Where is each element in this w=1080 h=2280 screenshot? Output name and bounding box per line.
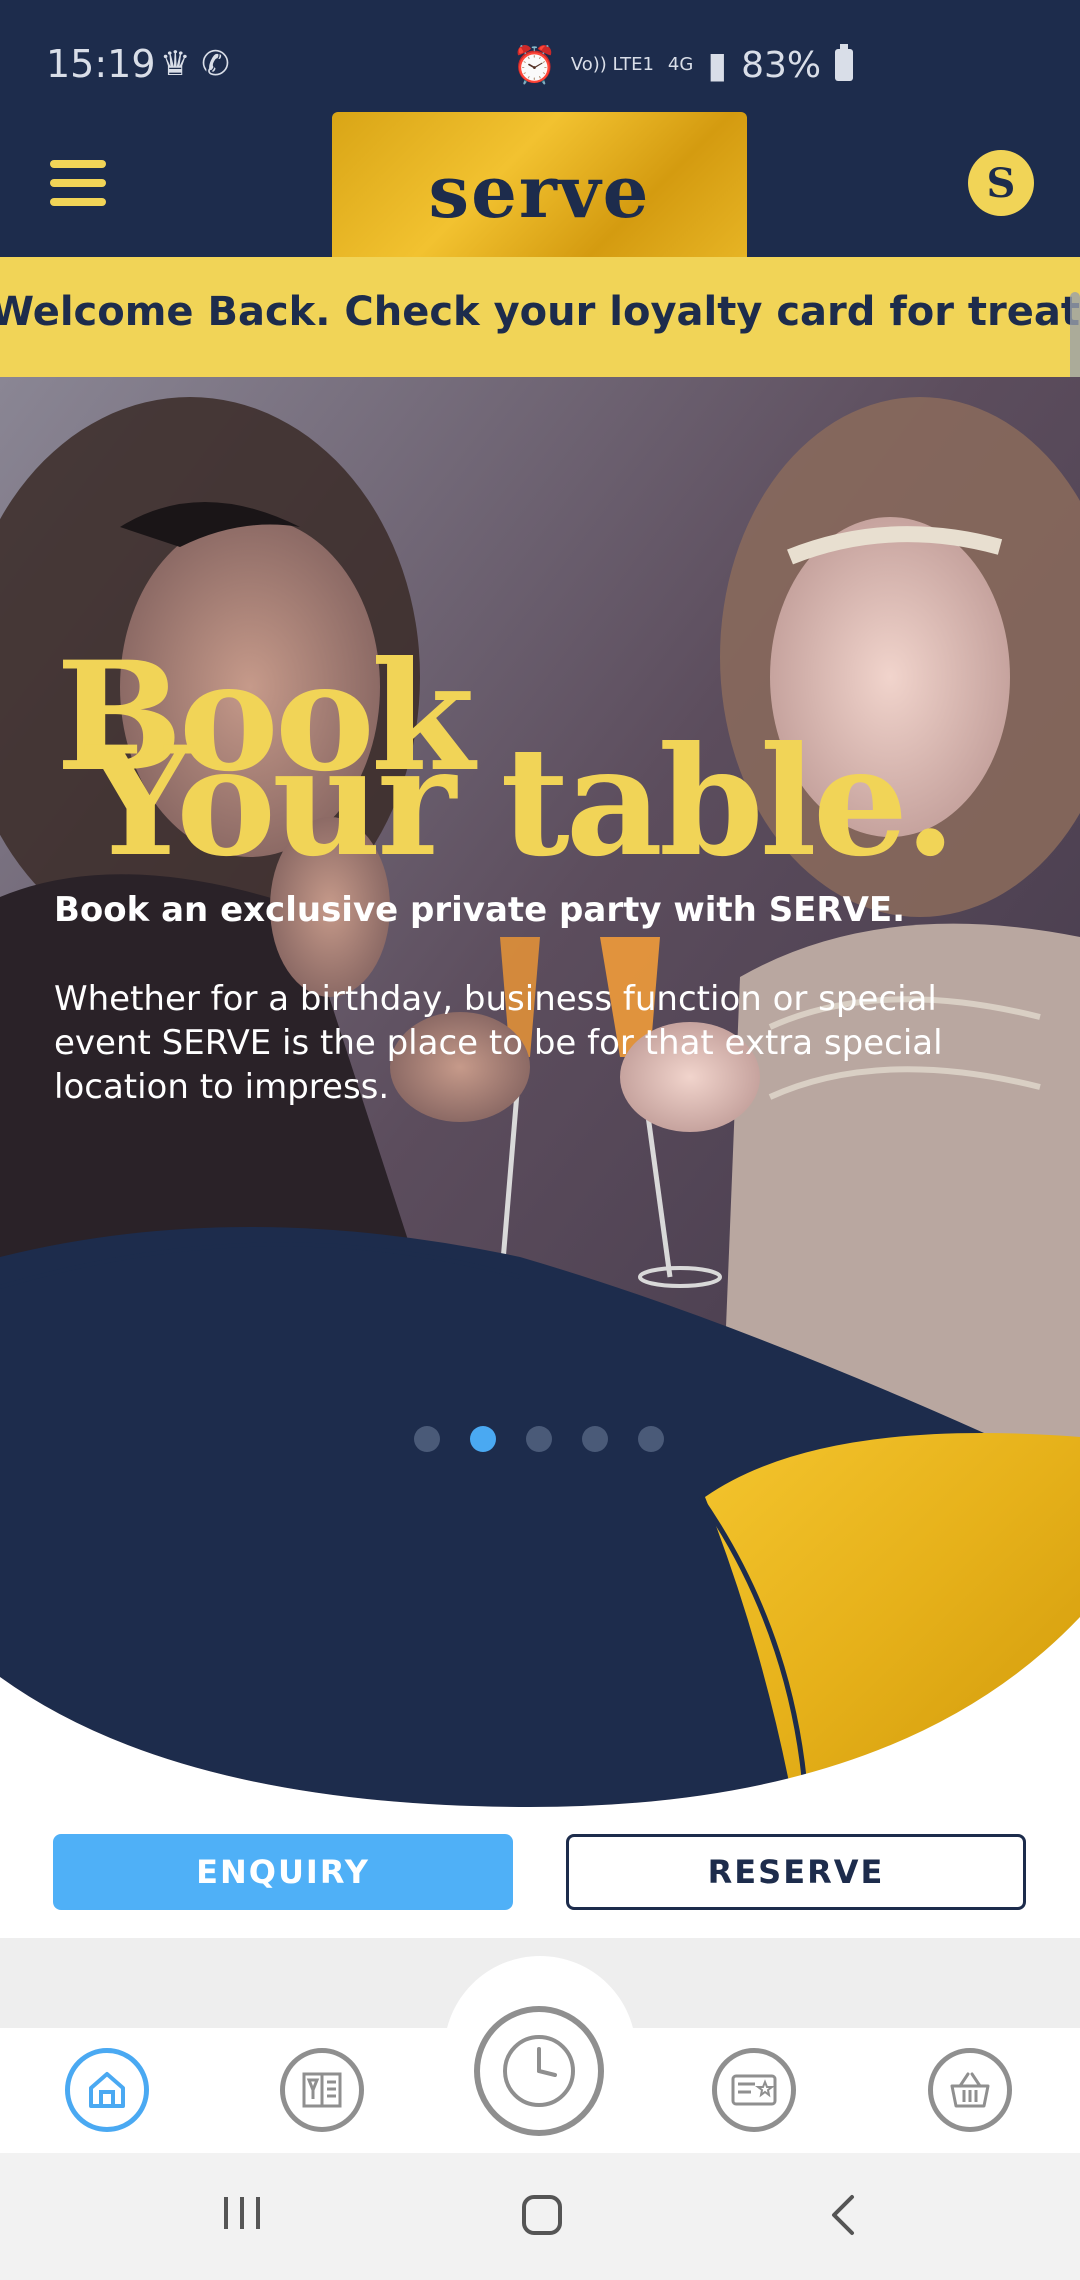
welcome-ticker: Welcome Back. Check your loyalty card fo… (0, 257, 1080, 377)
back-icon[interactable] (826, 2193, 862, 2241)
status-bar: 15:19 ♛ ✆ ⏰ Vo)) LTE1 4G ▮ 83% (0, 0, 1080, 130)
clock-icon[interactable] (474, 2006, 604, 2136)
status-right: ⏰ Vo)) LTE1 4G ▮ 83% (512, 44, 854, 86)
action-buttons: ENQUIRY RESERVE (0, 1808, 1080, 1938)
carousel-dot-active[interactable] (470, 1426, 496, 1452)
hamburger-menu-icon[interactable] (50, 160, 106, 208)
loyalty-card-icon[interactable] (712, 2048, 796, 2132)
headline-line2: Your table. (86, 714, 956, 890)
app-header: serve S (0, 112, 1080, 270)
carousel-dot[interactable] (414, 1426, 440, 1452)
crown-icon: ♛ (160, 44, 191, 84)
carousel-dot[interactable] (582, 1426, 608, 1452)
battery-percent: 83% (741, 44, 822, 86)
status-time: 15:19 (46, 42, 156, 86)
home-icon[interactable] (65, 2048, 149, 2132)
home-button-icon[interactable] (520, 2193, 564, 2241)
signal-icon: ▮ (707, 44, 728, 86)
whatsapp-icon: ✆ (201, 44, 230, 84)
hero-carousel[interactable]: Book Your table. Book an exclusive priva… (0, 377, 1080, 1807)
loyalty-badge-icon[interactable]: S (968, 150, 1034, 216)
system-nav-bar (0, 2153, 1080, 2280)
basket-icon[interactable] (928, 2048, 1012, 2132)
serve-logo[interactable]: serve (332, 112, 747, 270)
carousel-dot[interactable] (638, 1426, 664, 1452)
ticker-text: Welcome Back. Check your loyalty card fo… (0, 289, 1080, 335)
alarm-icon: ⏰ (512, 45, 557, 86)
battery-icon (835, 44, 854, 81)
enquiry-button[interactable]: ENQUIRY (53, 1834, 513, 1910)
reserve-button[interactable]: RESERVE (566, 1834, 1026, 1910)
hero-body: Whether for a birthday, business functio… (54, 979, 943, 1107)
status-left-icons: ♛ ✆ (160, 44, 230, 84)
carousel-dots (414, 1426, 664, 1452)
volte-icon: Vo)) LTE1 (570, 54, 654, 75)
carousel-dot[interactable] (526, 1426, 552, 1452)
4g-icon: 4G (667, 54, 694, 75)
hero-subheading: Book an exclusive private party with SER… (54, 890, 906, 930)
logo-text: serve (428, 148, 651, 234)
recent-apps-icon[interactable] (220, 2193, 264, 2237)
menu-drinks-icon[interactable] (280, 2048, 364, 2132)
